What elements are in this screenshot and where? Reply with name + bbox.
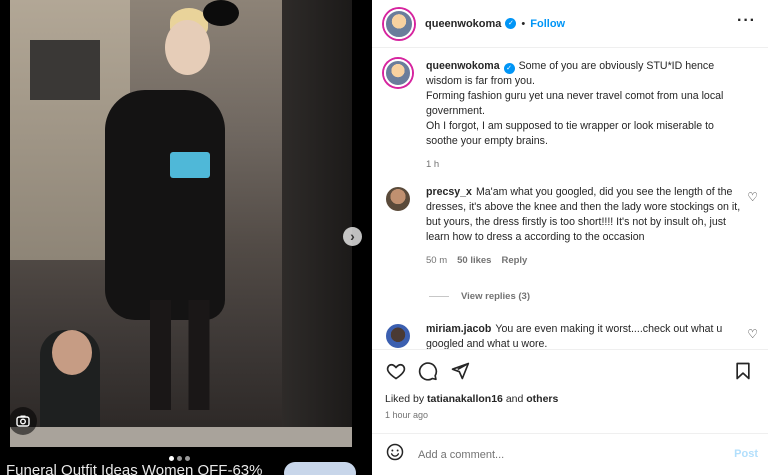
- comments-list[interactable]: queenwokoma ✓ Some of you are obviously ST…: [372, 49, 768, 349]
- liked-by-others[interactable]: others: [526, 393, 558, 405]
- camera-icon[interactable]: [9, 407, 37, 435]
- instagram-post-dialog: › Funeral Outfit Ideas Women OFF-63% que…: [0, 0, 768, 475]
- heart-icon[interactable]: ♡: [747, 190, 758, 204]
- post-header: queenwokoma ✓ • Follow ···: [372, 0, 768, 48]
- caption-time: 1 h: [426, 159, 440, 170]
- view-replies-button[interactable]: View replies (3): [429, 291, 530, 302]
- caption-text: Some of you are obviously STU*ID hence w…: [426, 60, 724, 147]
- comment-time: 50 m: [426, 255, 448, 266]
- avatar[interactable]: [384, 8, 414, 39]
- ad-banner-button[interactable]: [284, 462, 356, 475]
- post-photo: [10, 0, 352, 447]
- caption-username[interactable]: queenwokoma: [426, 60, 500, 72]
- verified-badge-icon: ✓: [505, 18, 517, 29]
- comment-item: miriam.jacob You are even making it worst…: [384, 322, 746, 349]
- liked-by-user[interactable]: tatianakallon16: [427, 393, 503, 405]
- carousel-dot: [169, 456, 174, 461]
- comment-icon[interactable]: [417, 361, 439, 383]
- follow-button[interactable]: Follow: [530, 18, 565, 30]
- separator: •: [521, 17, 526, 30]
- post-actions: [372, 349, 768, 393]
- carousel-dots: [169, 456, 190, 461]
- heart-icon[interactable]: [385, 361, 407, 383]
- comment-input[interactable]: [418, 448, 718, 461]
- emoji-icon[interactable]: [386, 443, 406, 466]
- post-timestamp[interactable]: 1 hour ago: [385, 410, 428, 420]
- post-side-panel: queenwokoma ✓ • Follow ··· queenwokoma ✓ S…: [372, 0, 768, 475]
- comment-item: precsy_x Ma'am what you googled, did you …: [384, 185, 746, 268]
- verified-badge-icon: ✓: [503, 63, 515, 74]
- avatar[interactable]: [384, 322, 412, 349]
- avatar[interactable]: [384, 185, 412, 213]
- comment-likes[interactable]: 50 likes: [457, 253, 491, 268]
- share-icon[interactable]: [449, 361, 471, 383]
- author-username[interactable]: queenwokoma: [425, 18, 501, 30]
- comment-username[interactable]: precsy_x: [426, 186, 472, 198]
- more-options-icon[interactable]: ···: [737, 12, 756, 30]
- heart-icon[interactable]: ♡: [747, 327, 758, 341]
- chevron-right-icon[interactable]: ›: [343, 227, 362, 246]
- post-comment-button[interactable]: Post: [734, 448, 758, 460]
- ad-banner-text[interactable]: Funeral Outfit Ideas Women OFF-63%: [6, 462, 263, 475]
- avatar[interactable]: [384, 59, 412, 87]
- comment-text: Ma'am what you googled, did you see the …: [426, 186, 741, 243]
- carousel-dot: [185, 456, 190, 461]
- carousel-dot: [177, 456, 182, 461]
- likes-summary: Liked by tatianakallon16 and others: [385, 393, 559, 405]
- comment-username[interactable]: miriam.jacob: [426, 323, 491, 335]
- reply-button[interactable]: Reply: [501, 253, 527, 268]
- add-comment-bar: Post: [372, 433, 768, 475]
- post-media: › Funeral Outfit Ideas Women OFF-63%: [0, 0, 372, 475]
- caption: queenwokoma ✓ Some of you are obviously ST…: [384, 59, 746, 172]
- bookmark-icon[interactable]: [732, 361, 754, 383]
